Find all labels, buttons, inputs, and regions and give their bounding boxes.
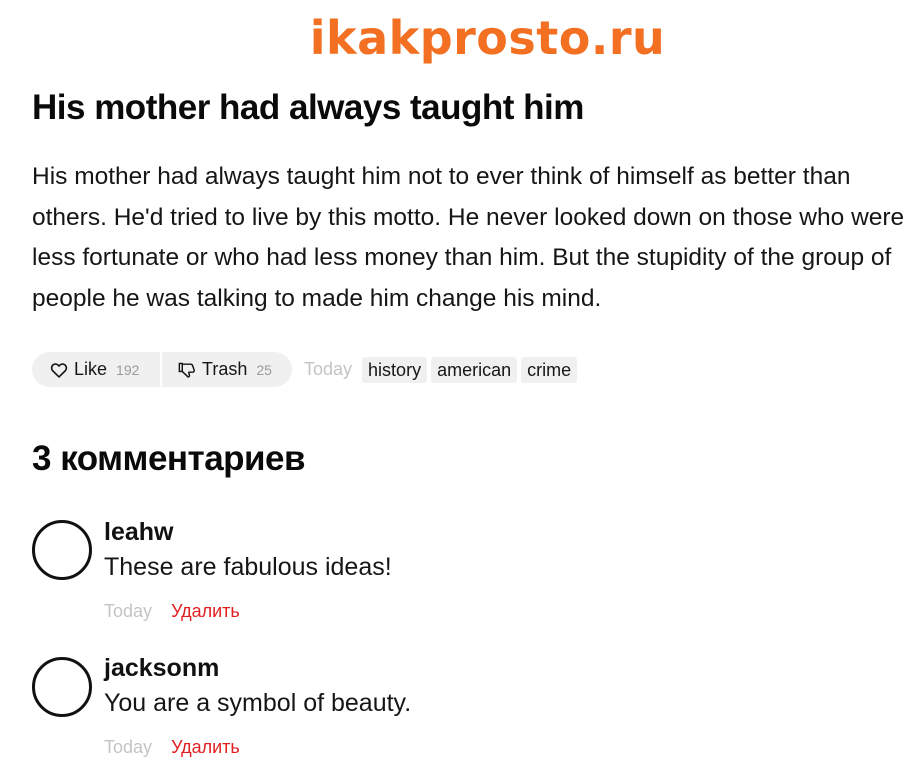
post-title: His mother had always taught him [32, 88, 584, 127]
delete-comment-button[interactable]: Удалить [171, 737, 240, 757]
comment-date: Today [104, 737, 153, 757]
like-button[interactable]: Like 192 [32, 352, 162, 387]
heart-outline-icon [50, 362, 74, 378]
comment-text: These are fabulous ideas! [104, 553, 392, 581]
trash-button[interactable]: Trash 25 [162, 352, 292, 387]
comment-author[interactable]: jacksonm [104, 652, 219, 684]
tag-history[interactable]: history [362, 356, 428, 383]
site-logo[interactable]: ikakprosto.ru [0, 8, 912, 68]
comment-author[interactable]: leahw [104, 516, 173, 548]
comment-meta: Today Удалить [104, 736, 240, 758]
trash-label: Trash [202, 359, 248, 379]
comments-heading: 3 комментариев [32, 439, 306, 478]
comment-meta: Today Удалить [104, 600, 240, 622]
avatar[interactable] [32, 520, 92, 580]
comment-date: Today [104, 601, 153, 621]
like-label: Like [74, 359, 108, 379]
tag-crime[interactable]: crime [521, 356, 578, 383]
comment-text: You are a symbol of beauty. [104, 689, 412, 717]
post-actions: Like 192 Trash 25 Today history american… [32, 352, 581, 387]
post-date: Today [304, 359, 353, 379]
avatar[interactable] [32, 657, 92, 717]
delete-comment-button[interactable]: Удалить [171, 601, 240, 621]
tag-list: history american crime [362, 356, 581, 383]
post-body: His mother had always taught him not to … [32, 163, 905, 312]
like-count: 192 [116, 361, 140, 378]
thumbs-down-icon [178, 362, 202, 378]
vote-buttons: Like 192 Trash 25 [32, 352, 292, 387]
tag-american[interactable]: american [431, 356, 518, 383]
trash-count: 25 [256, 361, 272, 378]
